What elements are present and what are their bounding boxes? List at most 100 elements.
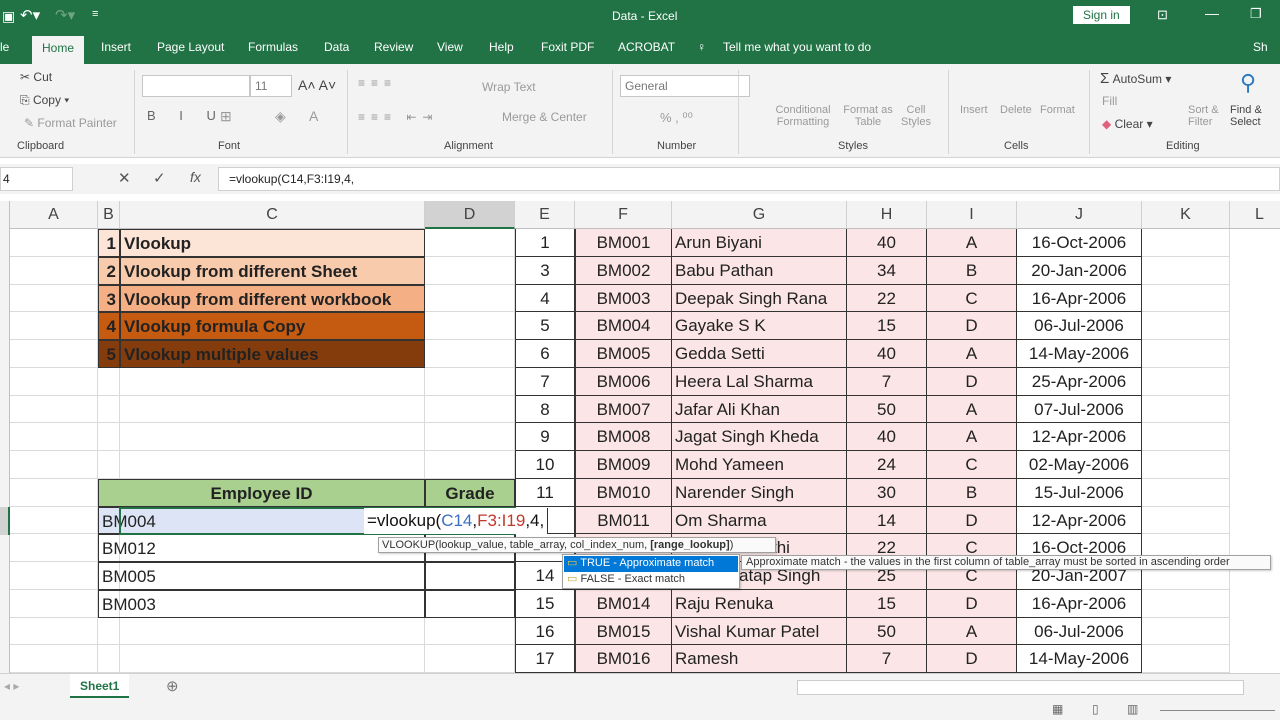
cell[interactable] <box>120 368 425 396</box>
employee-cell-g[interactable]: Ramesh <box>672 645 847 673</box>
employee-cell-e[interactable]: 7 <box>515 368 575 396</box>
employee-cell-i[interactable]: A <box>927 396 1017 423</box>
employee-cell-g[interactable]: Vishal Kumar Patel <box>672 618 847 645</box>
page-layout-view-icon[interactable]: ▯ <box>1092 702 1099 716</box>
cell[interactable] <box>1142 229 1230 257</box>
cell[interactable] <box>10 340 98 368</box>
list-item-label[interactable]: Vlookup from different workbook <box>120 285 425 312</box>
cell[interactable] <box>425 257 515 285</box>
list-number[interactable]: 3 <box>98 285 120 312</box>
employee-cell-g[interactable]: Jafar Ali Khan <box>672 396 847 423</box>
list-number[interactable]: 1 <box>98 229 120 257</box>
conditional-formatting-button[interactable]: Conditional Formatting <box>770 104 836 128</box>
cell[interactable] <box>10 618 98 645</box>
cell[interactable] <box>425 368 515 396</box>
fill-color-icon[interactable]: ◈ <box>275 108 286 125</box>
employee-id-cell[interactable]: BM005 <box>98 562 425 590</box>
cell[interactable] <box>98 645 120 673</box>
column-header-g[interactable]: G <box>672 201 847 229</box>
employee-cell-j[interactable]: 16-Oct-2006 <box>1017 229 1142 257</box>
cell[interactable] <box>1142 590 1230 618</box>
employee-cell-e[interactable]: 15 <box>515 590 575 618</box>
employee-cell-f[interactable]: BM007 <box>575 396 672 423</box>
employee-cell-e[interactable]: 3 <box>515 257 575 285</box>
formula-input[interactable]: =vlookup(C14,F3:I19,4, <box>218 167 1280 191</box>
employee-cell-g[interactable]: Jagat Singh Kheda <box>672 423 847 451</box>
column-header-d[interactable]: D <box>425 201 515 229</box>
cell[interactable] <box>1142 451 1230 479</box>
save-icon[interactable]: ▣ <box>2 8 15 25</box>
employee-cell-i[interactable]: D <box>927 590 1017 618</box>
horizontal-scrollbar[interactable] <box>797 680 1244 695</box>
employee-cell-i[interactable]: A <box>927 423 1017 451</box>
font-name-box[interactable] <box>142 75 250 97</box>
cell[interactable] <box>98 423 120 451</box>
cancel-icon[interactable]: ✕ <box>118 169 131 187</box>
employee-id-cell[interactable]: BM012 <box>98 534 425 562</box>
cell[interactable] <box>98 368 120 396</box>
cell[interactable] <box>10 257 98 285</box>
cell[interactable] <box>10 312 98 340</box>
sheet-tab-sheet1[interactable]: Sheet1 <box>70 674 130 698</box>
autosum-button[interactable]: Σ AutoSum ▾ <box>1100 70 1171 87</box>
add-sheet-icon[interactable]: ⊕ <box>166 677 179 695</box>
tab-insert[interactable]: Insert <box>101 40 131 54</box>
employee-cell-e[interactable]: 9 <box>515 423 575 451</box>
cell[interactable] <box>425 285 515 312</box>
cell[interactable] <box>120 423 425 451</box>
employee-cell-f[interactable]: BM004 <box>575 312 672 340</box>
cell[interactable] <box>120 451 425 479</box>
tab-home[interactable]: Home <box>32 36 85 64</box>
zoom-slider[interactable] <box>1160 710 1275 711</box>
list-item-label[interactable]: Vlookup <box>120 229 425 257</box>
employee-cell-j[interactable]: 15-Jul-2006 <box>1017 479 1142 507</box>
cell[interactable] <box>10 507 98 534</box>
column-header-h[interactable]: H <box>847 201 927 229</box>
employee-cell-e[interactable]: 6 <box>515 340 575 368</box>
enter-icon[interactable]: ✓ <box>153 169 166 187</box>
share-button[interactable]: Sh <box>1253 40 1268 54</box>
employee-cell-g[interactable]: Gayake S K <box>672 312 847 340</box>
tab-file[interactable]: le <box>0 40 9 54</box>
clear-button[interactable]: ◆ Clear ▾ <box>1102 117 1153 131</box>
format-as-table-button[interactable]: Format as Table <box>838 104 898 128</box>
employee-cell-j[interactable]: 16-Apr-2006 <box>1017 285 1142 312</box>
cell[interactable] <box>1142 423 1230 451</box>
employee-cell-i[interactable]: A <box>927 340 1017 368</box>
employee-cell-j[interactable]: 20-Jan-2006 <box>1017 257 1142 285</box>
cell[interactable] <box>1142 507 1230 534</box>
ribbon-display-icon[interactable]: ⊡ <box>1157 7 1168 23</box>
font-size-box[interactable]: 11 <box>250 75 292 97</box>
employee-cell-j[interactable]: 06-Jul-2006 <box>1017 312 1142 340</box>
cell[interactable] <box>98 618 120 645</box>
cell[interactable] <box>120 618 425 645</box>
cell[interactable] <box>425 396 515 423</box>
employee-cell-f[interactable]: BM010 <box>575 479 672 507</box>
row-header-active[interactable] <box>0 507 10 535</box>
cell[interactable] <box>1142 340 1230 368</box>
cell[interactable] <box>425 229 515 257</box>
employee-cell-e[interactable]: 4 <box>515 285 575 312</box>
format-cells-button[interactable]: Format <box>1040 104 1075 116</box>
cell[interactable] <box>1142 618 1230 645</box>
tab-formulas[interactable]: Formulas <box>248 40 298 54</box>
minimize-icon[interactable]: — <box>1205 5 1219 21</box>
cell[interactable] <box>10 645 98 673</box>
undo-icon[interactable]: ↶▾ <box>20 6 40 24</box>
employee-cell-h[interactable]: 15 <box>847 590 927 618</box>
wrap-text-button[interactable]: Wrap Text <box>482 80 536 94</box>
cell[interactable] <box>1142 312 1230 340</box>
list-item-label[interactable]: Vlookup multiple values <box>120 340 425 368</box>
normal-view-icon[interactable]: ▦ <box>1052 702 1063 716</box>
employee-cell-e[interactable]: 11 <box>515 479 575 507</box>
find-select-button[interactable]: Find & Select <box>1230 104 1270 128</box>
employee-cell-i[interactable]: A <box>927 229 1017 257</box>
tab-view[interactable]: View <box>437 40 463 54</box>
cell[interactable] <box>10 368 98 396</box>
employee-cell-g[interactable]: Mohd Yameen <box>672 451 847 479</box>
employee-cell-j[interactable]: 07-Jul-2006 <box>1017 396 1142 423</box>
cell[interactable] <box>425 340 515 368</box>
cell[interactable] <box>120 396 425 423</box>
name-box[interactable]: 4 <box>0 167 73 191</box>
employee-cell-f[interactable]: BM006 <box>575 368 672 396</box>
